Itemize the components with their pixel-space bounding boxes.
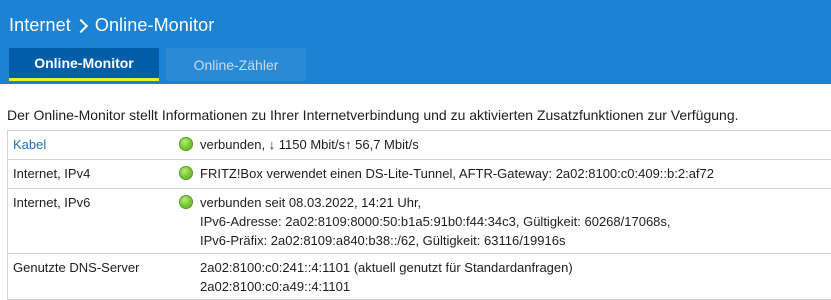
kabel-link[interactable]: Kabel — [13, 137, 46, 152]
row-label: Genutzte DNS-Server — [8, 254, 175, 300]
breadcrumb-online-monitor: Online-Monitor — [95, 15, 214, 36]
header-bar: Internet Online-Monitor Online-Monitor O… — [0, 0, 831, 84]
row-label: Kabel — [8, 131, 175, 160]
table-row: Genutzte DNS-Server 2a02:8100:c0:241::4:… — [8, 254, 831, 300]
table-row: Internet, IPv6 verbunden seit 08.03.2022… — [8, 189, 831, 254]
tab-bar: Online-Monitor Online-Zähler — [9, 48, 306, 81]
table-row: Kabel verbunden, ↓ 1150 Mbit/s↑ 56,7 Mbi… — [8, 131, 831, 160]
row-value: FRITZ!Box verwendet einen DS-Lite-Tunnel… — [200, 164, 831, 183]
row-label: Internet, IPv6 — [8, 189, 175, 254]
row-value: IPv6-Adresse: 2a02:8109:8000:50:b1a5:91b… — [200, 212, 831, 231]
status-table: Kabel verbunden, ↓ 1150 Mbit/s↑ 56,7 Mbi… — [7, 130, 831, 300]
status-led-icon — [179, 166, 193, 180]
chevron-right-icon — [74, 18, 88, 32]
tab-online-zaehler[interactable]: Online-Zähler — [166, 48, 306, 81]
row-value: verbunden seit 08.03.2022, 14:21 Uhr, — [200, 193, 831, 212]
row-value: verbunden, ↓ 1150 Mbit/s↑ 56,7 Mbit/s — [200, 135, 831, 154]
breadcrumb: Internet Online-Monitor — [9, 15, 214, 36]
status-led-icon — [179, 137, 193, 151]
tab-online-monitor[interactable]: Online-Monitor — [9, 48, 159, 81]
row-label: Internet, IPv4 — [8, 160, 175, 189]
status-led-icon — [179, 195, 193, 209]
table-row: Internet, IPv4 FRITZ!Box verwendet einen… — [8, 160, 831, 189]
row-value: 2a02:8100:c0:a49::4:1101 — [200, 277, 831, 296]
row-value: 2a02:8100:c0:241::4:1101 (aktuell genutz… — [200, 258, 831, 277]
breadcrumb-internet[interactable]: Internet — [9, 15, 71, 36]
row-value: IPv6-Präfix: 2a02:8109:a840:b38::/62, Gü… — [200, 231, 831, 250]
intro-text: Der Online-Monitor stellt Informationen … — [7, 107, 739, 123]
